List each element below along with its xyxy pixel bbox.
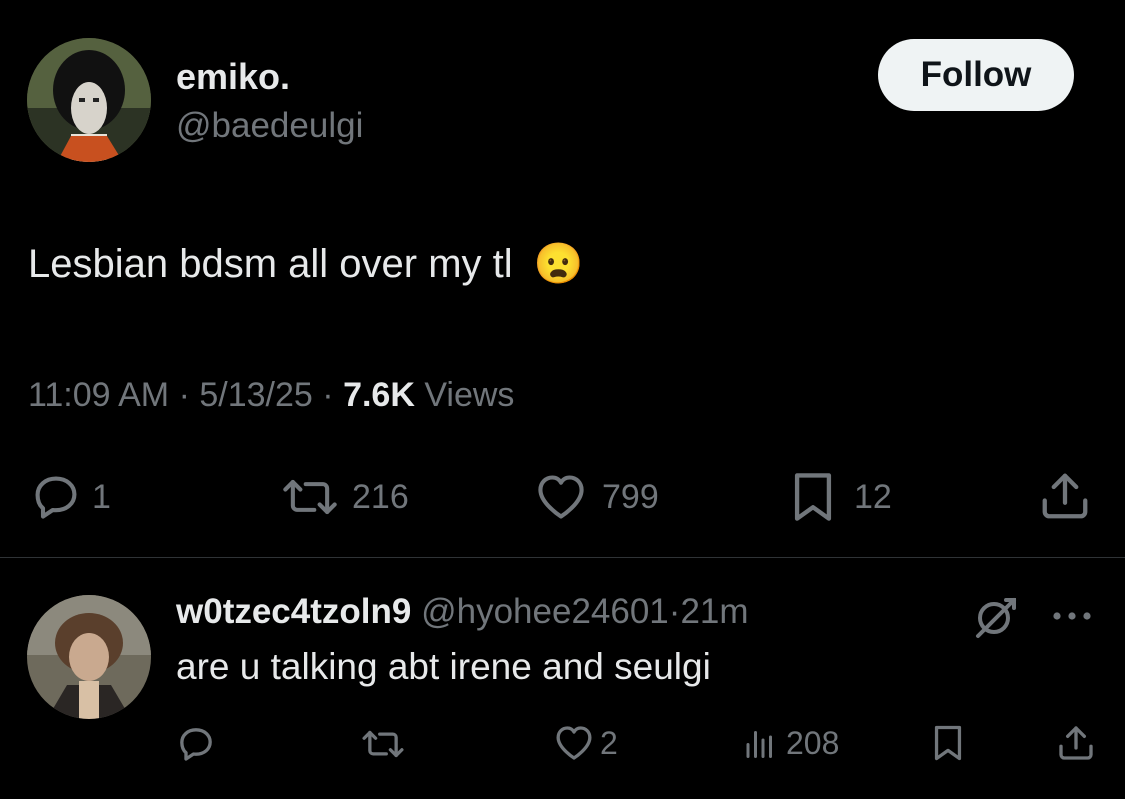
reply-author-handle[interactable]: @hyohee24601 <box>421 592 669 631</box>
frowning-face-emoji: 😦 <box>533 242 584 286</box>
heart-icon <box>556 726 592 760</box>
bookmark-icon <box>934 725 962 761</box>
like-button[interactable]: 799 <box>532 471 659 523</box>
reply-author-name[interactable]: w0tzec4tzoln9 <box>176 592 411 631</box>
grok-icon <box>976 598 1016 638</box>
separator-dot: · <box>668 592 681 631</box>
analytics-icon <box>746 731 772 758</box>
share-icon <box>1042 473 1088 519</box>
bookmark-count: 12 <box>854 477 892 516</box>
follow-button[interactable]: Follow <box>878 39 1074 111</box>
reply-like-button[interactable]: 2 <box>552 722 618 764</box>
bookmark-icon <box>794 473 832 521</box>
grok-button[interactable] <box>970 592 1022 640</box>
author-avatar[interactable] <box>27 38 151 162</box>
repost-button[interactable]: 216 <box>280 471 409 523</box>
reply-views-button[interactable]: 208 <box>742 722 839 764</box>
reply-header: w0tzec4tzoln9 @hyohee24601·21m <box>176 592 749 632</box>
tweet-time[interactable]: 11:09 AM <box>28 376 169 414</box>
separator-dot: · <box>178 376 190 414</box>
separator-dot: · <box>322 376 334 414</box>
reply-like-count: 2 <box>600 724 618 761</box>
reply-icon <box>35 476 77 519</box>
author-name[interactable]: emiko. <box>176 56 290 98</box>
reply-count: 1 <box>92 477 111 516</box>
reply-button[interactable]: 1 <box>30 471 111 523</box>
repost-count: 216 <box>352 477 409 516</box>
follow-button-label: Follow <box>920 55 1032 94</box>
reply-bookmark-button[interactable] <box>930 722 966 764</box>
avatar-image <box>27 38 151 162</box>
views-count: 7.6K <box>343 376 415 414</box>
repost-icon <box>283 479 337 515</box>
share-icon <box>1059 726 1093 760</box>
tweet-text-body: Lesbian bdsm all over my tl <box>28 242 513 286</box>
reply-reply-button[interactable] <box>176 724 216 764</box>
reply-repost-button[interactable] <box>360 724 406 764</box>
share-button[interactable] <box>1038 468 1092 524</box>
tweet-metadata: 11:09 AM · 5/13/25 · 7.6K Views <box>28 376 514 415</box>
bookmark-button[interactable]: 12 <box>788 471 892 523</box>
reply-share-button[interactable] <box>1056 722 1096 764</box>
reply-time[interactable]: 21m <box>680 592 748 631</box>
author-handle[interactable]: @baedeulgi <box>176 106 363 146</box>
repost-icon <box>362 730 404 758</box>
like-count: 799 <box>602 477 659 516</box>
reply-text: are u talking abt irene and seulgi <box>176 646 711 687</box>
more-options-button[interactable] <box>1048 606 1096 626</box>
reply-icon <box>180 728 212 761</box>
tweet-text: Lesbian bdsm all over my tl 😦 <box>28 240 584 287</box>
reply-avatar-image <box>27 595 151 719</box>
reply-views-count: 208 <box>786 724 840 761</box>
reply-author-avatar[interactable] <box>27 595 151 719</box>
more-icon <box>1053 612 1091 620</box>
divider <box>0 557 1125 558</box>
views-label: Views <box>424 376 515 414</box>
tweet-date[interactable]: 5/13/25 <box>199 376 312 414</box>
heart-icon <box>538 475 584 519</box>
